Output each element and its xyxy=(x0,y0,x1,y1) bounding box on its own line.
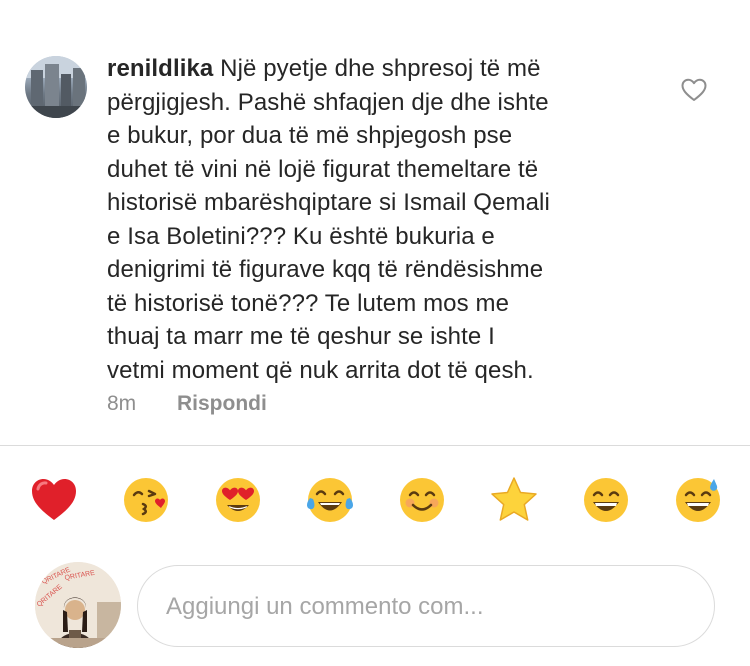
comment-text-line: të historisë tonë??? Te lutem mos me xyxy=(107,289,510,317)
kiss-emoji-button[interactable] xyxy=(118,470,174,530)
comment-screen: renildlika Një pyetje dhe shpresoj të më… xyxy=(0,0,750,666)
smiling-face-icon xyxy=(400,478,444,522)
comment-text-line: historisë mbarëshqiptare si Ismail Qemal… xyxy=(107,189,550,216)
red-heart-icon xyxy=(32,479,76,520)
comment-meta: 8m Rispondi xyxy=(107,392,267,416)
tears-of-joy-emoji-button[interactable] xyxy=(302,470,358,530)
grinning-sweat-emoji-button[interactable] xyxy=(670,470,726,530)
user-avatar[interactable]: QRITARE QRITARE QRITARE xyxy=(35,562,121,648)
star-icon xyxy=(491,477,537,521)
comment-text-line: e bukur, por dua të më shpjegosh pse xyxy=(107,122,513,149)
comment-text-line: thuaj ta marr me të qeshur se ishte I xyxy=(107,323,495,350)
tears-of-joy-icon xyxy=(307,478,353,522)
smiling-face-emoji-button[interactable] xyxy=(394,470,450,530)
heart-eyes-emoji-button[interactable] xyxy=(210,470,266,530)
divider xyxy=(0,445,750,446)
grinning-face-emoji-button[interactable] xyxy=(578,470,634,530)
comment-item: renildlika Një pyetje dhe shpresoj të më… xyxy=(0,0,750,445)
comment-input[interactable] xyxy=(164,566,688,647)
comment-text-line: Një pyetje dhe shpresoj të më xyxy=(220,55,541,82)
reply-button[interactable]: Rispondi xyxy=(177,392,267,416)
grinning-sweat-icon xyxy=(676,478,720,522)
comment-text-line: përgjigjesh. Pashë shfaqjen dje dhe isht… xyxy=(107,88,549,116)
commenter-avatar-photo xyxy=(25,56,87,118)
red-heart-emoji-button[interactable] xyxy=(26,470,82,530)
emoji-quick-reactions xyxy=(0,470,750,530)
comment-username[interactable]: renildlika xyxy=(107,55,213,82)
comment-text-line: e Isa Boletini??? Ku është bukuria e xyxy=(107,222,495,250)
star-emoji-button[interactable] xyxy=(486,470,542,530)
user-avatar-photo: QRITARE QRITARE QRITARE xyxy=(35,562,121,648)
comment-text: renildlika Një pyetje dhe shpresoj të më… xyxy=(107,52,647,387)
heart-outline-icon[interactable] xyxy=(681,78,707,102)
face-blowing-kiss-icon xyxy=(124,478,168,522)
commenter-avatar[interactable] xyxy=(25,56,87,118)
comment-composer xyxy=(137,565,715,647)
comment-timestamp: 8m xyxy=(107,392,137,415)
comment-line-1: renildlika Një pyetje dhe shpresoj të më xyxy=(107,52,647,86)
comment-text-line: denigrimi të figurave kqq të rëndësishme xyxy=(107,256,544,283)
heart-eyes-icon xyxy=(216,478,260,522)
comment-text-line: vetmi moment që nuk arrita dot të qesh. xyxy=(107,356,534,384)
comment-text-line: duhet të vini në lojë figurat themeltare… xyxy=(107,155,539,183)
grinning-face-icon xyxy=(584,478,628,522)
